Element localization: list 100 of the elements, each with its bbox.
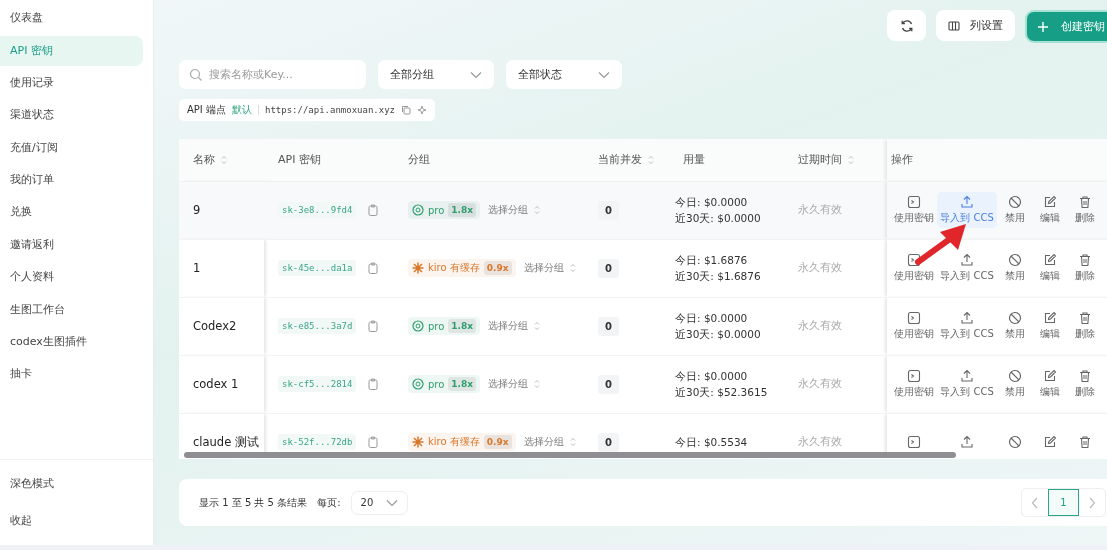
sidebar-item[interactable]: 收起 — [0, 505, 143, 536]
action-button[interactable]: 导入到 CCS — [937, 366, 997, 402]
table-cell: 1 — [193, 261, 201, 275]
action-button[interactable]: 使用密钥 — [891, 366, 937, 402]
action-button[interactable]: 删除 — [1067, 308, 1102, 344]
usage-today: 今日: $0.5534 — [675, 435, 749, 450]
action-button[interactable]: 禁用 — [997, 250, 1032, 286]
group-tag: kiro 有缓存 0.9x — [408, 259, 516, 277]
page-button[interactable]: 1 — [1048, 489, 1079, 516]
column-header: API 密钥 — [278, 152, 321, 168]
action-button[interactable]: 禁用 — [997, 192, 1032, 228]
action-button[interactable]: 禁用 — [997, 308, 1032, 344]
concurrency-badge: 0 — [598, 258, 619, 278]
sidebar-item[interactable]: codex生图插件 — [0, 326, 143, 357]
filter-dropdown[interactable]: 全部状态 — [506, 60, 622, 89]
sidebar-item[interactable]: 邀请返利 — [0, 229, 143, 260]
chevron-down-icon — [598, 70, 610, 79]
action-button[interactable]: 删除 — [1067, 192, 1102, 228]
filter-dropdown[interactable]: 全部分组 — [378, 60, 494, 89]
clipboard-icon — [368, 436, 379, 448]
sidebar-item[interactable]: 使用记录 — [0, 67, 143, 98]
api-key-chip: sk-3e8...9fd4 — [278, 202, 357, 218]
clipboard-icon — [368, 204, 379, 216]
clipboard-icon — [368, 320, 379, 332]
api-key-chip: sk-e85...3a7d — [278, 318, 357, 334]
sidebar-item[interactable]: 渠道状态 — [0, 100, 143, 131]
sidebar-item[interactable]: 个人资料 — [0, 262, 143, 293]
action-button[interactable]: 编辑 — [1032, 308, 1067, 344]
column-header[interactable]: 名称 — [193, 152, 227, 168]
edit-icon — [1042, 311, 1057, 325]
group-tag: kiro 有缓存 0.9x — [408, 433, 516, 451]
default-label: 默认 — [232, 103, 252, 117]
sidebar-item[interactable]: 抽卡 — [0, 359, 143, 390]
action-button[interactable]: 删除 — [1067, 250, 1102, 286]
upload-icon — [960, 195, 974, 209]
sidebar-item[interactable]: 仪表盘 — [0, 3, 143, 34]
edit-icon — [1042, 369, 1057, 383]
concurrency-badge: 0 — [598, 200, 619, 220]
group-select[interactable]: 选择分组 — [488, 319, 541, 333]
sidebar-item[interactable]: 深色模式 — [0, 469, 143, 500]
action-button[interactable]: 编辑 — [1032, 366, 1067, 402]
concurrency-badge: 0 — [598, 316, 619, 336]
upload-icon — [960, 253, 974, 267]
table-row[interactable]: codex 1 sk-cf5...2814 pro 1.8x 选择分组 0 今日: $0.0000 近30天: $52.3615 永久有效 使用密钥 导入到 CCS 禁用 编辑 删除 — [179, 355, 1107, 413]
table-row[interactable]: Codex2 sk-e85...3a7d pro 1.8x 选择分组 0 今日: $0.0000 近30天: $0.0000 永久有效 使用密钥 导入到 CCS 禁用 编辑 删除 — [179, 297, 1107, 355]
action-button[interactable]: 导入到 CCS — [937, 192, 997, 228]
action-button[interactable]: 导入到 CCS — [937, 250, 997, 286]
edit-icon — [1042, 253, 1057, 267]
ban-icon — [1007, 311, 1022, 325]
table-cell: Codex2 — [193, 319, 237, 333]
sidebar-item[interactable]: 兑换 — [0, 197, 143, 228]
group-select[interactable]: 选择分组 — [523, 261, 576, 275]
sort-icon — [569, 437, 576, 447]
usage-30-days: 近30天: $52.3615 — [675, 384, 778, 400]
api-key-chip: sk-52f...72db — [278, 434, 357, 450]
per-page-dropdown[interactable]: 20 — [350, 490, 408, 515]
action-button[interactable]: 使用密钥 — [891, 308, 937, 344]
column-settings-button[interactable]: 列设置 — [936, 10, 1015, 41]
action-button[interactable]: 使用密钥 — [891, 250, 937, 286]
action-button[interactable]: 编辑 — [1032, 250, 1067, 286]
trash-icon — [1077, 435, 1092, 449]
sidebar-item[interactable]: 充值/订阅 — [0, 132, 143, 163]
chevron-right-icon — [1088, 496, 1096, 509]
search-field[interactable]: 搜索名称或Key... — [179, 60, 366, 89]
table-cell: codex 1 — [193, 377, 239, 391]
upload-icon — [960, 311, 974, 325]
clipboard-icon — [368, 378, 379, 390]
table-row[interactable]: 9 sk-3e8...9fd4 pro 1.8x 选择分组 0 今日: $0.0000 近30天: $0.0000 永久有效 使用密钥 导入到 CCS 禁用 编辑 删除 — [179, 181, 1107, 239]
burst-icon — [412, 262, 424, 274]
sort-icon — [848, 154, 854, 165]
group-select[interactable]: 选择分组 — [523, 435, 576, 449]
table-cell: 永久有效 — [798, 319, 842, 331]
clipboard-icon — [368, 262, 379, 274]
column-header: 操作 — [891, 152, 913, 168]
sidebar-item[interactable]: 我的订单 — [0, 165, 143, 196]
table-cell: 9 — [193, 203, 201, 217]
chevron-down-icon — [385, 498, 398, 507]
usage-today: 今日: $0.0000 — [675, 195, 749, 210]
action-button[interactable]: 删除 — [1067, 366, 1102, 402]
usage-30-days: 近30天: $0.0000 — [675, 326, 778, 342]
api-key-chip: sk-45e...da1a — [278, 260, 357, 276]
group-select[interactable]: 选择分组 — [488, 203, 541, 217]
create-key-button[interactable]: 创建密钥 — [1025, 10, 1107, 43]
sidebar-item[interactable]: 生图工作台 — [0, 294, 143, 325]
action-button[interactable]: 禁用 — [997, 366, 1032, 402]
per-page-label: 每页: — [317, 495, 341, 510]
burst-icon — [412, 436, 424, 448]
action-button[interactable]: 编辑 — [1032, 192, 1067, 228]
refresh-button[interactable] — [887, 10, 926, 41]
ban-icon — [1007, 253, 1022, 267]
usage-today: 今日: $1.6876 — [675, 253, 749, 268]
action-button[interactable]: 使用密钥 — [891, 192, 937, 228]
ban-icon — [1007, 195, 1022, 209]
table-row[interactable]: 1 sk-45e...da1a kiro 有缓存 0.9x 选择分组 0 今日: $1.6876 近30天: $1.6876 永久有效 使用密钥 导入到 CCS 禁用 编辑 删除 — [179, 239, 1107, 297]
columns-icon — [948, 19, 960, 32]
action-button[interactable]: 导入到 CCS — [937, 308, 997, 344]
table-cell: claude 测试 — [193, 434, 259, 449]
column-header: 分组 — [408, 152, 430, 168]
table-cell: 永久有效 — [798, 203, 842, 215]
group-select[interactable]: 选择分组 — [488, 377, 541, 391]
